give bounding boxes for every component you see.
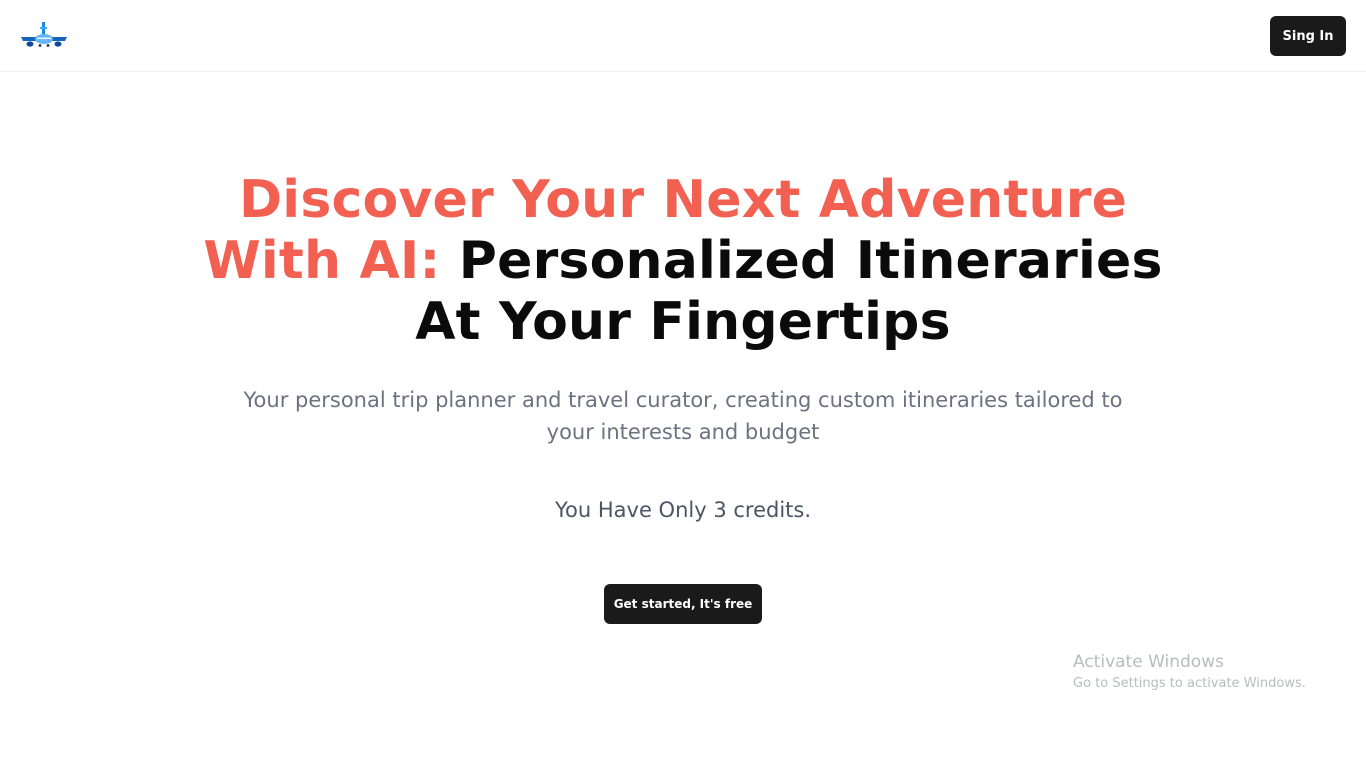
- watermark-subtitle: Go to Settings to activate Windows.: [1073, 676, 1306, 691]
- top-navbar: Sing In: [0, 0, 1366, 72]
- watermark-title: Activate Windows: [1073, 652, 1224, 672]
- activate-windows-watermark: Activate Windows Go to Settings to activ…: [1073, 651, 1353, 694]
- credits-text: You Have Only 3 credits.: [554, 498, 812, 522]
- hero-subtitle: Your personal trip planner and travel cu…: [243, 388, 1123, 444]
- hero-title: Discover Your Next Adventure With AI: Pe…: [183, 170, 1183, 353]
- airplane-icon[interactable]: [19, 20, 69, 52]
- get-started-button[interactable]: Get started, It's free: [604, 584, 762, 624]
- hero-title-rest: Personalized Itineraries At Your Fingert…: [415, 231, 1163, 352]
- sign-in-button[interactable]: Sing In: [1270, 16, 1346, 56]
